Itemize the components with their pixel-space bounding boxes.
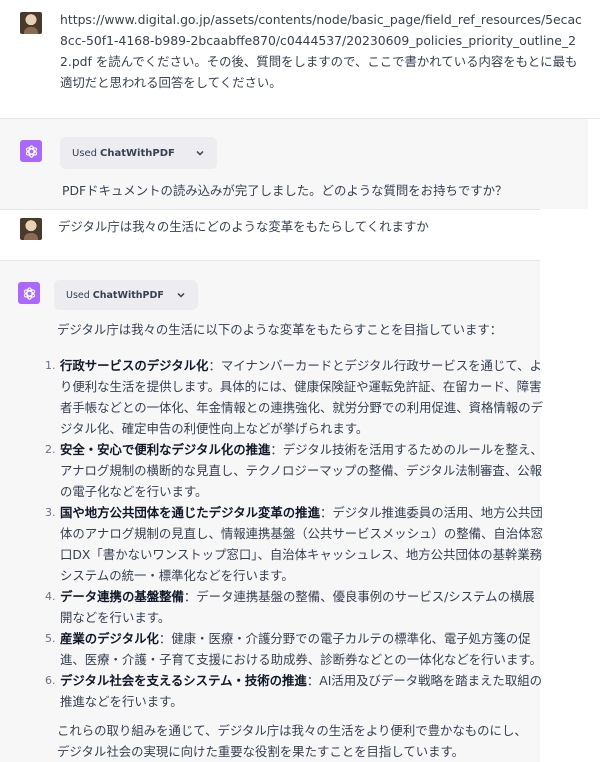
assistant-avatar [18, 282, 40, 304]
plugin-used-dropdown[interactable]: Used ChatWithPDF [60, 137, 217, 169]
plugin-name: ChatWithPDF [92, 289, 164, 301]
plugin-used-dropdown[interactable]: Used ChatWithPDF [54, 280, 198, 310]
list-item: 4. データ連携の基盤整備：データ連携基盤の整備、優良事例のサービス/システムの横… [33, 586, 545, 628]
list-item-title: 国や地方公共団体を通じたデジタル変革の推進 [60, 505, 320, 520]
openai-logo-icon [23, 286, 35, 300]
assistant-conclusion: これらの取り組みを通じて、デジタル庁は我々の生活をより便利で豊かなものにし、デジ… [57, 723, 527, 759]
assistant-avatar [20, 140, 42, 162]
list-item: 6. デジタル社会を支えるシステム・技術の推進：AI活用及びデータ戦略を踏まえた取… [33, 670, 545, 712]
plugin-used-prefix: Used [72, 147, 98, 159]
list-item: 2. 安全・安心で便利なデジタル化の推進：デジタル技術を活用するためのルールを整え… [33, 439, 545, 502]
separator [0, 209, 540, 210]
list-item-title: データ連携の基盤整備 [60, 589, 184, 604]
list-item-number: 6. [45, 674, 56, 687]
list-item-number: 4. [45, 590, 56, 603]
list-item-title: 産業のデジタル化 [60, 631, 159, 646]
list-item: 1. 行政サービスのデジタル化：マイナンバーカードとデジタル行政サービスを通じて、… [33, 355, 545, 439]
user-avatar [20, 218, 42, 240]
user-avatar [20, 12, 42, 34]
plugin-used-prefix: Used [66, 289, 90, 301]
list-item: 3. 国や地方公共団体を通じたデジタル変革の推進：デジタル推進委員の活用、地方公共… [33, 502, 545, 586]
user-message-2: デジタル庁は我々の生活にどのような変革をもたらしてくれますか [58, 219, 429, 234]
list-item-number: 3. [45, 506, 56, 519]
changes-list: 1. 行政サービスのデジタル化：マイナンバーカードとデジタル行政サービスを通じて、… [33, 355, 545, 712]
list-item-title: 行政サービスのデジタル化 [60, 358, 209, 373]
user-message-1: https://www.digital.go.jp/assets/content… [60, 12, 582, 90]
list-item: 5. 産業のデジタル化：健康・医療・介護分野での電子カルテの標準化、電子処方箋の促… [33, 628, 545, 670]
chevron-down-icon [176, 290, 186, 300]
list-item-title: デジタル社会を支えるシステム・技術の推進 [60, 673, 307, 688]
openai-logo-icon [25, 144, 37, 158]
plugin-name: ChatWithPDF [100, 147, 175, 159]
chevron-down-icon [195, 148, 205, 158]
list-item-number: 5. [45, 632, 56, 645]
assistant-message-1: PDFドキュメントの読み込みが完了しました。どのような質問をお持ちですか？ [62, 183, 508, 198]
list-item-number: 2. [45, 443, 56, 456]
list-item-title: 安全・安心で便利なデジタル化の推進 [60, 442, 271, 457]
assistant-intro: デジタル庁は我々の生活に以下のような変革をもたらすことを目指しています： [57, 322, 503, 337]
list-item-number: 1. [45, 359, 56, 372]
